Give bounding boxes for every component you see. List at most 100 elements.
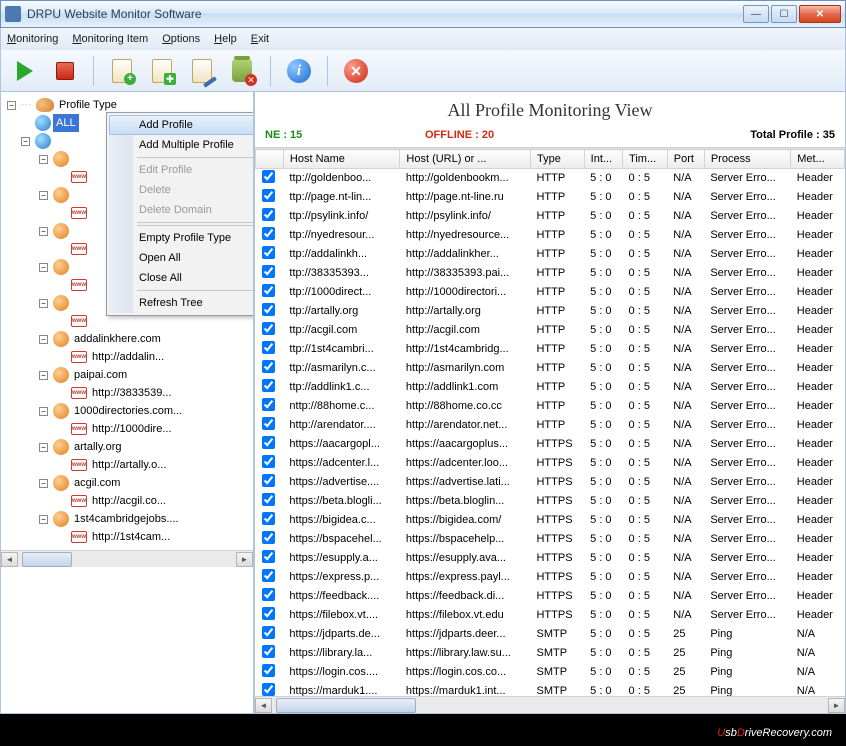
context-menu-item[interactable]: Add Multiple Profile	[109, 135, 255, 155]
tree-collapse-icon[interactable]: −	[39, 263, 48, 272]
row-checkbox[interactable]	[262, 588, 275, 601]
menu-monitoring[interactable]: Monitoring	[7, 33, 58, 45]
tree-collapse-icon[interactable]: −	[39, 191, 48, 200]
tree-collapse-icon[interactable]: −	[39, 371, 48, 380]
row-checkbox[interactable]	[262, 360, 275, 373]
tree-domain-label[interactable]: acgil.com	[71, 474, 123, 492]
tree-url-label[interactable]: http://3833539...	[89, 384, 175, 402]
table-row[interactable]: https://login.cos....https://login.cos.c…	[256, 663, 845, 682]
close-button[interactable]: ✕	[799, 5, 841, 23]
table-row[interactable]: https://feedback....https://feedback.di.…	[256, 587, 845, 606]
tree-collapse-icon[interactable]: −	[39, 335, 48, 344]
row-checkbox[interactable]	[262, 227, 275, 240]
context-menu-item[interactable]: Open All	[109, 248, 255, 268]
table-row[interactable]: ttp://psylink.info/http://psylink.info/H…	[256, 207, 845, 226]
tree-collapse-icon[interactable]: −	[39, 299, 48, 308]
table-row[interactable]: https://jdparts.de...https://jdparts.dee…	[256, 625, 845, 644]
context-menu-item[interactable]: Add Profile	[109, 115, 255, 135]
tree-domain-label[interactable]: artally.org	[71, 438, 124, 456]
tree-selected[interactable]: ALL	[53, 114, 79, 132]
row-checkbox[interactable]	[262, 417, 275, 430]
column-header[interactable]: Port	[667, 150, 704, 169]
table-row[interactable]: https://adcenter.l...https://adcenter.lo…	[256, 454, 845, 473]
tree-collapse-icon[interactable]: −	[39, 515, 48, 524]
tree-url-label[interactable]: http://artally.o...	[89, 456, 169, 474]
minimize-button[interactable]: —	[743, 5, 769, 23]
tree-domain-label[interactable]: 1st4cambridgejobs....	[71, 510, 182, 528]
column-header[interactable]	[256, 150, 284, 169]
row-checkbox[interactable]	[262, 246, 275, 259]
row-checkbox[interactable]	[262, 303, 275, 316]
row-checkbox[interactable]	[262, 645, 275, 658]
exit-button[interactable]: ✕	[340, 55, 372, 87]
table-row[interactable]: https://esupply.a...https://esupply.ava.…	[256, 549, 845, 568]
context-menu-item[interactable]: Refresh Tree	[109, 293, 255, 313]
scroll-right-icon[interactable]: ►	[828, 698, 845, 713]
table-row[interactable]: ttp://1000direct...http://1000directori.…	[256, 283, 845, 302]
column-header[interactable]: Type	[530, 150, 584, 169]
start-button[interactable]	[9, 55, 41, 87]
row-checkbox[interactable]	[262, 189, 275, 202]
table-row[interactable]: https://bigidea.c...https://bigidea.com/…	[256, 511, 845, 530]
table-row[interactable]: nttp://88home.c...http://88home.co.ccHTT…	[256, 397, 845, 416]
stop-button[interactable]	[49, 55, 81, 87]
edit-profile-button[interactable]	[186, 55, 218, 87]
column-header[interactable]: Tim...	[623, 150, 668, 169]
row-checkbox[interactable]	[262, 607, 275, 620]
column-header[interactable]: Met...	[791, 150, 845, 169]
scroll-thumb[interactable]	[22, 552, 72, 567]
row-checkbox[interactable]	[262, 474, 275, 487]
scroll-left-icon[interactable]: ◄	[1, 552, 18, 567]
row-checkbox[interactable]	[262, 664, 275, 677]
column-header[interactable]: Int...	[584, 150, 622, 169]
menu-monitoring-item[interactable]: Monitoring Item	[72, 33, 148, 45]
tree-collapse-icon[interactable]: −	[39, 407, 48, 416]
column-header[interactable]: Process	[704, 150, 790, 169]
row-checkbox[interactable]	[262, 170, 275, 183]
row-checkbox[interactable]	[262, 341, 275, 354]
row-checkbox[interactable]	[262, 379, 275, 392]
tree-collapse-icon[interactable]: −	[39, 479, 48, 488]
context-menu-item[interactable]: Empty Profile Type	[109, 228, 255, 248]
row-checkbox[interactable]	[262, 569, 275, 582]
scroll-left-icon[interactable]: ◄	[255, 698, 272, 713]
table-row[interactable]: https://filebox.vt....https://filebox.vt…	[256, 606, 845, 625]
menu-exit[interactable]: Exit	[251, 33, 269, 45]
table-row[interactable]: https://bspacehel...https://bspacehelp..…	[256, 530, 845, 549]
scroll-right-icon[interactable]: ►	[236, 552, 253, 567]
row-checkbox[interactable]	[262, 683, 275, 696]
tree-collapse-icon[interactable]: −	[7, 101, 16, 110]
maximize-button[interactable]: ☐	[771, 5, 797, 23]
table-row[interactable]: https://library.la...https://library.law…	[256, 644, 845, 663]
table-row[interactable]: ttp://nyedresour...http://nyedresource..…	[256, 226, 845, 245]
tree-url-label[interactable]: http://1st4cam...	[89, 528, 173, 546]
row-checkbox[interactable]	[262, 322, 275, 335]
table-row[interactable]: http://arendator....http://arendator.net…	[256, 416, 845, 435]
menu-options[interactable]: Options	[162, 33, 200, 45]
tree-domain-label[interactable]: 1000directories.com...	[71, 402, 185, 420]
table-row[interactable]: ttp://acgil.comhttp://acgil.comHTTP5 : 0…	[256, 321, 845, 340]
add-profile-button[interactable]: +	[106, 55, 138, 87]
column-header[interactable]: Host (URL) or ...	[400, 150, 531, 169]
table-row[interactable]: https://beta.blogli...https://beta.blogl…	[256, 492, 845, 511]
row-checkbox[interactable]	[262, 208, 275, 221]
row-checkbox[interactable]	[262, 455, 275, 468]
context-menu-item[interactable]: Close All	[109, 268, 255, 288]
tree-collapse-icon[interactable]: −	[21, 137, 30, 146]
info-button[interactable]: i	[283, 55, 315, 87]
tree-url-label[interactable]: http://acgil.co...	[89, 492, 169, 510]
table-row[interactable]: ttp://page.nt-lin...http://page.nt-line.…	[256, 188, 845, 207]
tree-collapse-icon[interactable]: −	[39, 443, 48, 452]
row-checkbox[interactable]	[262, 493, 275, 506]
add-multiple-button[interactable]: ✚	[146, 55, 178, 87]
table-row[interactable]: https://advertise....https://advertise.l…	[256, 473, 845, 492]
table-row[interactable]: ttp://goldenboo...http://goldenbookm...H…	[256, 169, 845, 188]
table-row[interactable]: ttp://1st4cambri...http://1st4cambridg..…	[256, 340, 845, 359]
table-row[interactable]: ttp://addlink1.c...http://addlink1.comHT…	[256, 378, 845, 397]
table-row[interactable]: ttp://asmarilyn.c...http://asmarilyn.com…	[256, 359, 845, 378]
table-row[interactable]: https://marduk1....https://marduk1.int..…	[256, 682, 845, 697]
row-checkbox[interactable]	[262, 626, 275, 639]
delete-button[interactable]: ✕	[226, 55, 258, 87]
tree-url-label[interactable]: http://1000dire...	[89, 420, 175, 438]
row-checkbox[interactable]	[262, 398, 275, 411]
